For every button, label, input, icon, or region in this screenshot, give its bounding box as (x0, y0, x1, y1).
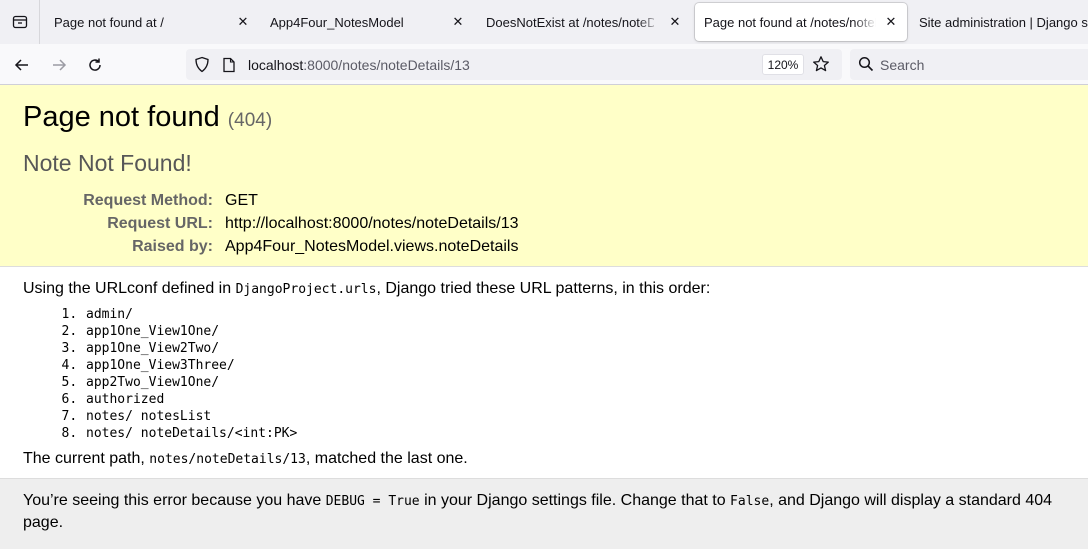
forward-button[interactable] (46, 52, 72, 78)
close-icon[interactable]: ✕ (235, 14, 251, 30)
tab-5[interactable]: Site administration | Django site admin (906, 3, 1088, 41)
url-pattern-item: admin/ (85, 306, 1065, 323)
request-method-label: Request Method: (83, 192, 213, 209)
search-placeholder: Search (880, 57, 925, 73)
page-title-text: Page not found (23, 101, 220, 133)
explanation-text: You’re seeing this error because you hav… (23, 490, 1065, 533)
page-title: Page not found (404) (23, 97, 1065, 141)
current-path-text: The current path, notes/noteDetails/13, … (23, 448, 1065, 470)
tab-1[interactable]: Page not found at / ✕ (41, 3, 259, 41)
star-icon[interactable] (812, 55, 830, 78)
raised-by-value: App4Four_NotesModel.views.noteDetails (225, 238, 519, 255)
url-host: localhost (248, 57, 304, 73)
close-icon[interactable]: ✕ (667, 14, 683, 30)
status-code: (404) (227, 110, 273, 131)
debug-explanation: You’re seeing this error because you hav… (0, 479, 1088, 549)
tab-2[interactable]: App4Four_NotesModel ✕ (257, 3, 474, 41)
navigation-toolbar: localhost:8000/notes/noteDetails/13 120%… (0, 44, 1088, 85)
shield-icon[interactable] (194, 56, 210, 78)
forward-arrow-icon (53, 59, 67, 71)
current-path-after: , matched the last one. (305, 450, 468, 467)
urlconf-module: DjangoProject.urls (235, 282, 377, 297)
tab-fade (637, 3, 661, 41)
request-url-label: Request URL: (107, 215, 213, 232)
request-method-row: Request Method: GET (23, 189, 519, 212)
back-arrow-icon (14, 59, 28, 71)
url-bar[interactable]: localhost:8000/notes/noteDetails/13 120% (186, 49, 842, 80)
error-message: Note Not Found! (23, 150, 192, 176)
url-pattern-item: app1One_View3Three/ (85, 357, 1065, 374)
current-path-before: The current path, (23, 450, 150, 467)
urlconf-intro-after: , Django tried these URL patterns, in th… (376, 280, 711, 297)
url-pattern-item: notes/ notesList (85, 408, 1065, 425)
urlconf-info: Using the URLconf defined in DjangoProje… (0, 267, 1088, 479)
page-content: Page not found (404) Note Not Found! Req… (0, 85, 1088, 550)
raised-by-row: Raised by: App4Four_NotesModel.views.not… (23, 235, 519, 258)
current-path: notes/noteDetails/13 (149, 452, 306, 467)
urlconf-intro: Using the URLconf defined in DjangoProje… (23, 278, 1065, 300)
urlconf-intro-before: Using the URLconf defined in (23, 280, 236, 297)
url-path: :8000/notes/noteDetails/13 (303, 57, 470, 73)
request-url-row: Request URL: http://localhost:8000/notes… (23, 212, 519, 235)
debug-setting: DEBUG = True (325, 494, 420, 509)
tab-title: DoesNotExist at /notes/noteDetails/13 (486, 14, 654, 30)
tab-list-icon (12, 15, 27, 29)
tab-fade (853, 3, 877, 41)
error-summary: Page not found (404) Note Not Found! Req… (0, 85, 1088, 267)
close-icon[interactable]: ✕ (883, 14, 899, 30)
zoom-level-badge[interactable]: 120% (762, 54, 804, 75)
url-pattern-item: app1One_View2Two/ (85, 340, 1065, 357)
reload-button[interactable] (82, 52, 108, 78)
back-button[interactable] (9, 52, 35, 78)
search-bar[interactable]: Search (850, 49, 1088, 80)
page-icon[interactable] (222, 57, 236, 78)
url-pattern-item: authorized (85, 391, 1065, 408)
tab-title: Site administration | Django site admin (919, 14, 1088, 30)
tab-3[interactable]: DoesNotExist at /notes/noteDetails/13 ✕ (473, 3, 691, 41)
url-pattern-item: notes/ noteDetails/<int:PK> (85, 425, 1065, 442)
tab-title: App4Four_NotesModel (270, 14, 404, 30)
search-icon (858, 56, 874, 77)
url-text[interactable]: localhost:8000/notes/noteDetails/13 (248, 57, 470, 73)
raised-by-label: Raised by: (132, 238, 213, 255)
reload-icon (89, 58, 101, 71)
url-pattern-item: app2Two_View1One/ (85, 374, 1065, 391)
tab-title: Page not found at /notes/noteDetails/13 (704, 14, 876, 30)
false-value: False (730, 494, 770, 509)
tab-list-button[interactable] (0, 0, 40, 44)
tab-4-active[interactable]: Page not found at /notes/noteDetails/13 … (695, 3, 907, 41)
explanation-part-2: in your Django settings file. Change tha… (419, 492, 731, 509)
request-method-value: GET (225, 192, 258, 209)
url-pattern-list: admin/ app1One_View1One/ app1One_View2Tw… (85, 306, 1065, 442)
close-icon[interactable]: ✕ (450, 14, 466, 30)
tab-title: Page not found at / (54, 14, 164, 30)
request-url-value: http://localhost:8000/notes/noteDetails/… (225, 215, 519, 232)
tab-bar: Page not found at / ✕ App4Four_NotesMode… (0, 0, 1088, 44)
explanation-part-1: You’re seeing this error because you hav… (23, 492, 326, 509)
request-info-table: Request Method: GET Request URL: http://… (23, 189, 519, 258)
url-pattern-item: app1One_View1One/ (85, 323, 1065, 340)
